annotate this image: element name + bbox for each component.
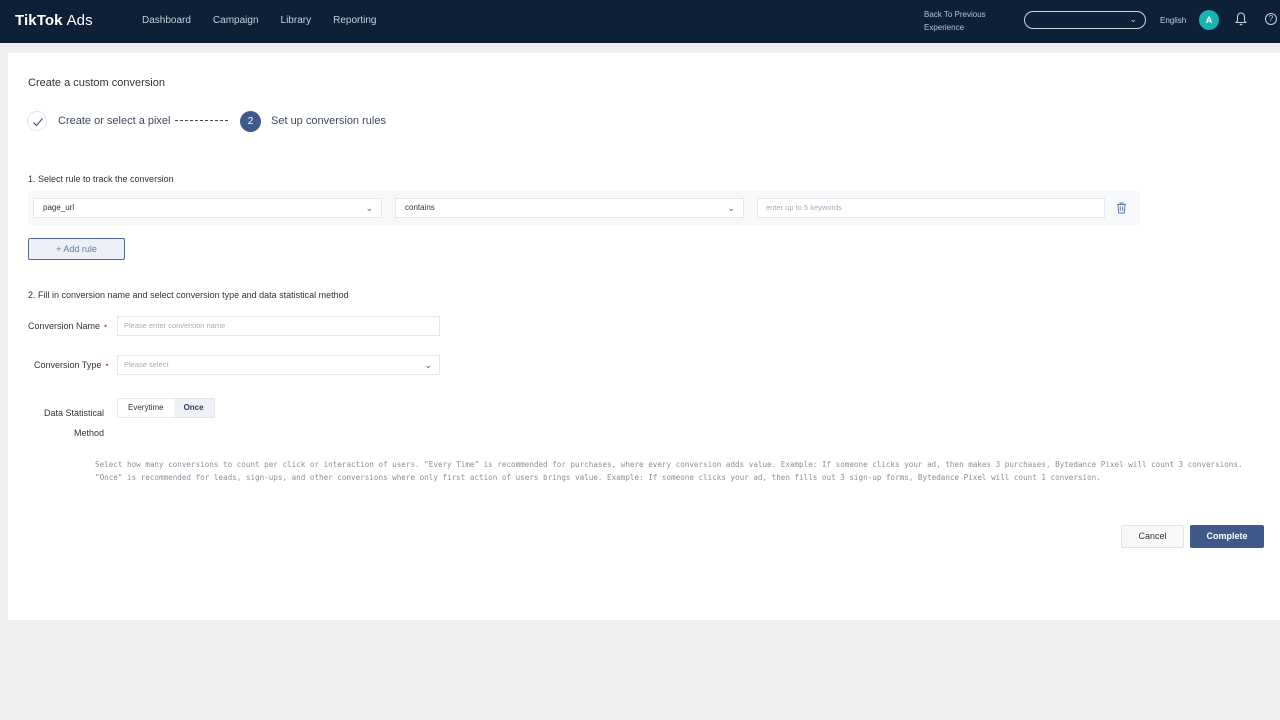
statistical-method-toggle: Everytime Once bbox=[117, 398, 215, 418]
method-label-line2: Method bbox=[73, 428, 104, 438]
method-help-text: Select how many conversions to count per… bbox=[95, 460, 1243, 482]
avatar[interactable]: A bbox=[1199, 10, 1219, 30]
back-to-previous-experience-link[interactable]: Back To Previous Experience bbox=[924, 8, 994, 34]
rule-field-value: page_url bbox=[43, 203, 75, 212]
cancel-button[interactable]: Cancel bbox=[1121, 525, 1184, 548]
conversion-name-input[interactable]: Please enter conversion name bbox=[117, 316, 440, 336]
required-asterisk: • bbox=[105, 360, 109, 370]
main-card bbox=[8, 53, 1280, 620]
nav-dashboard[interactable]: Dashboard bbox=[142, 15, 191, 26]
data-statistical-method-label: Data Statistical Method bbox=[42, 403, 104, 443]
nav-campaign[interactable]: Campaign bbox=[213, 15, 259, 26]
conversion-name-label: Conversion Name • bbox=[28, 321, 107, 331]
rule-operator-select[interactable]: contains ⌄ bbox=[395, 198, 744, 218]
conversion-type-select[interactable]: Please select ⌄ bbox=[117, 355, 440, 375]
conversion-type-label-text: Conversion Type bbox=[34, 360, 102, 370]
details-section-title: 2. Fill in conversion name and select co… bbox=[28, 290, 349, 300]
keywords-input[interactable]: enter up to 5 keywords bbox=[757, 198, 1105, 218]
tiktok-ads-logo[interactable]: TikTok Ads bbox=[15, 12, 93, 29]
rule-section-title: 1. Select rule to track the conversion bbox=[28, 174, 174, 184]
nav-library[interactable]: Library bbox=[281, 15, 312, 26]
method-everytime-option[interactable]: Everytime bbox=[118, 399, 174, 417]
rule-operator-value: contains bbox=[405, 203, 435, 212]
step-1-label: Create or select a pixel bbox=[58, 115, 171, 127]
method-label-line1: Data Statistical bbox=[43, 408, 104, 418]
step-2-label: Set up conversion rules bbox=[271, 115, 386, 127]
account-selector[interactable]: ⌄ bbox=[1024, 11, 1146, 29]
conversion-type-placeholder: Please select bbox=[124, 360, 169, 369]
help-icon[interactable]: ? bbox=[1265, 13, 1277, 25]
step-2-indicator: 2 bbox=[240, 111, 261, 132]
step-1-complete-indicator bbox=[27, 111, 47, 131]
logo-sub: Ads bbox=[66, 12, 93, 29]
trash-icon[interactable] bbox=[1116, 202, 1127, 214]
nav-reporting[interactable]: Reporting bbox=[333, 15, 376, 26]
checkmark-icon bbox=[33, 118, 43, 127]
page-title: Create a custom conversion bbox=[28, 77, 165, 89]
step-connector bbox=[175, 120, 228, 121]
chevron-down-icon: ⌄ bbox=[365, 203, 373, 213]
main-nav: Dashboard Campaign Library Reporting bbox=[142, 15, 398, 26]
conversion-type-label: Conversion Type • bbox=[34, 360, 109, 370]
complete-button[interactable]: Complete bbox=[1190, 525, 1264, 548]
add-rule-button[interactable]: + Add rule bbox=[28, 238, 125, 260]
required-asterisk: • bbox=[104, 321, 108, 331]
rule-field-select[interactable]: page_url ⌄ bbox=[33, 198, 382, 218]
conversion-name-label-text: Conversion Name bbox=[28, 321, 101, 331]
language-selector[interactable]: English bbox=[1160, 16, 1186, 25]
method-once-option[interactable]: Once bbox=[173, 399, 214, 417]
logo-main: TikTok bbox=[15, 12, 63, 29]
bell-icon[interactable] bbox=[1235, 12, 1247, 26]
top-navigation-bar: TikTok Ads Dashboard Campaign Library Rep… bbox=[0, 0, 1280, 43]
chevron-down-icon: ⌄ bbox=[727, 203, 735, 213]
chevron-down-icon: ⌄ bbox=[424, 360, 432, 370]
chevron-down-icon: ⌄ bbox=[1129, 14, 1137, 24]
